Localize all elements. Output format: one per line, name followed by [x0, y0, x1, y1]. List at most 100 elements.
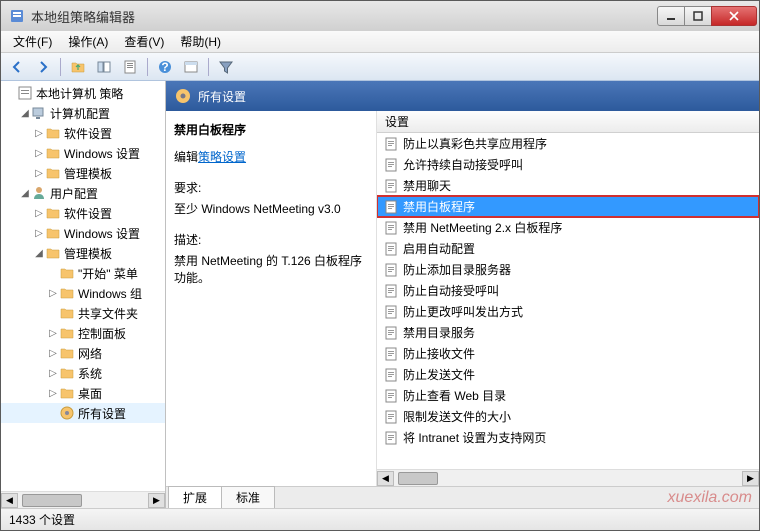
- tree-computer-config[interactable]: ◢计算机配置: [1, 103, 165, 123]
- list-item-label: 将 Intranet 设置为支持网页: [403, 429, 546, 446]
- scroll-right-button[interactable]: ▶: [742, 471, 759, 486]
- list-item[interactable]: 限制发送文件的大小: [377, 406, 759, 427]
- scroll-track[interactable]: [18, 493, 148, 508]
- up-button[interactable]: [66, 56, 90, 78]
- tree-label: 计算机配置: [50, 105, 110, 122]
- list-item-label: 禁用 NetMeeting 2.x 白板程序: [403, 219, 562, 236]
- list-item[interactable]: 允许持续自动接受呼叫: [377, 154, 759, 175]
- back-button[interactable]: [5, 56, 29, 78]
- policy-icon: [383, 262, 399, 278]
- scroll-right-button[interactable]: ▶: [148, 493, 165, 508]
- tree-windows-settings-1[interactable]: ▷Windows 设置: [1, 143, 165, 163]
- list-item[interactable]: 禁用白板程序: [377, 196, 759, 217]
- list-item-label: 允许持续自动接受呼叫: [403, 156, 523, 173]
- tree-windows-components[interactable]: ▷Windows 组: [1, 283, 165, 303]
- list-item[interactable]: 防止添加目录服务器: [377, 259, 759, 280]
- tab-standard[interactable]: 标准: [221, 486, 275, 508]
- scroll-left-button[interactable]: ◀: [1, 493, 18, 508]
- list-item[interactable]: 防止接收文件: [377, 343, 759, 364]
- policy-icon: [383, 367, 399, 383]
- tree-windows-settings-2[interactable]: ▷Windows 设置: [1, 223, 165, 243]
- scroll-left-button[interactable]: ◀: [377, 471, 394, 486]
- list-item[interactable]: 启用自动配置: [377, 238, 759, 259]
- list-item-label: 防止以真彩色共享应用程序: [403, 135, 547, 152]
- policy-icon: [383, 430, 399, 446]
- main-pane: 所有设置 禁用白板程序 编辑策略设置 要求: 至少 Windows NetMee…: [166, 81, 759, 508]
- help-button[interactable]: ?: [153, 56, 177, 78]
- maximize-button[interactable]: [684, 6, 712, 26]
- description-value: 禁用 NetMeeting 的 T.126 白板程序功能。: [174, 252, 368, 286]
- list-item[interactable]: 将 Intranet 设置为支持网页: [377, 427, 759, 448]
- navigation-tree[interactable]: 本地计算机 策略 ◢计算机配置 ▷软件设置 ▷Windows 设置 ▷管理模板 …: [1, 81, 165, 491]
- tree-horizontal-scrollbar[interactable]: ◀ ▶: [1, 491, 165, 508]
- menubar: 文件(F) 操作(A) 查看(V) 帮助(H): [1, 31, 759, 53]
- list-item[interactable]: 防止以真彩色共享应用程序: [377, 133, 759, 154]
- settings-list-panel: 设置 防止以真彩色共享应用程序允许持续自动接受呼叫禁用聊天禁用白板程序禁用 Ne…: [376, 111, 759, 486]
- tree-label: 所有设置: [78, 405, 126, 422]
- tree-admin-templates-2[interactable]: ◢管理模板: [1, 243, 165, 263]
- tree-admin-templates-1[interactable]: ▷管理模板: [1, 163, 165, 183]
- tree-software-settings-1[interactable]: ▷软件设置: [1, 123, 165, 143]
- list-horizontal-scrollbar[interactable]: ◀ ▶: [377, 469, 759, 486]
- detail-panel: 禁用白板程序 编辑策略设置 要求: 至少 Windows NetMeeting …: [166, 111, 376, 486]
- menu-view[interactable]: 查看(V): [116, 31, 172, 52]
- tab-extended[interactable]: 扩展: [168, 486, 222, 508]
- tree-software-settings-2[interactable]: ▷软件设置: [1, 203, 165, 223]
- list-item[interactable]: 防止查看 Web 目录: [377, 385, 759, 406]
- policy-icon: [383, 136, 399, 152]
- minimize-button[interactable]: [657, 6, 685, 26]
- list-item[interactable]: 防止发送文件: [377, 364, 759, 385]
- tree-label: "开始" 菜单: [78, 265, 138, 282]
- tree-label: 桌面: [78, 385, 102, 402]
- forward-button[interactable]: [31, 56, 55, 78]
- tree-label: 控制面板: [78, 325, 126, 342]
- tree-root[interactable]: 本地计算机 策略: [1, 83, 165, 103]
- export-button[interactable]: [179, 56, 203, 78]
- menu-file[interactable]: 文件(F): [5, 31, 60, 52]
- list-item-label: 禁用白板程序: [403, 198, 475, 215]
- list-item[interactable]: 禁用目录服务: [377, 322, 759, 343]
- scroll-track[interactable]: [394, 471, 742, 486]
- filter-button[interactable]: [214, 56, 238, 78]
- tree-shared-folders[interactable]: 共享文件夹: [1, 303, 165, 323]
- toolbar-separator: [147, 58, 148, 76]
- policy-icon: [383, 409, 399, 425]
- main-body: 禁用白板程序 编辑策略设置 要求: 至少 Windows NetMeeting …: [166, 111, 759, 486]
- tree-start-menu[interactable]: "开始" 菜单: [1, 263, 165, 283]
- tree-label: Windows 组: [78, 285, 142, 302]
- policy-icon: [383, 346, 399, 362]
- content-header: 所有设置: [166, 81, 759, 111]
- menu-action[interactable]: 操作(A): [60, 31, 116, 52]
- properties-button[interactable]: [118, 56, 142, 78]
- window-title: 本地组策略编辑器: [31, 7, 658, 26]
- list-item[interactable]: 禁用聊天: [377, 175, 759, 196]
- list-item-label: 禁用目录服务: [403, 324, 475, 341]
- settings-list[interactable]: 防止以真彩色共享应用程序允许持续自动接受呼叫禁用聊天禁用白板程序禁用 NetMe…: [377, 133, 759, 469]
- tree-system[interactable]: ▷系统: [1, 363, 165, 383]
- column-header-setting[interactable]: 设置: [377, 111, 759, 133]
- menu-help[interactable]: 帮助(H): [172, 31, 229, 52]
- tree-control-panel[interactable]: ▷控制面板: [1, 323, 165, 343]
- tree-desktop[interactable]: ▷桌面: [1, 383, 165, 403]
- list-item-label: 启用自动配置: [403, 240, 475, 257]
- list-item[interactable]: 防止更改呼叫发出方式: [377, 301, 759, 322]
- list-item[interactable]: 防止自动接受呼叫: [377, 280, 759, 301]
- scroll-thumb[interactable]: [22, 494, 82, 507]
- toolbar: ?: [1, 53, 759, 81]
- content-title: 所有设置: [198, 88, 246, 105]
- tree-label: Windows 设置: [64, 145, 140, 162]
- close-button[interactable]: [711, 6, 757, 26]
- edit-policy-link[interactable]: 策略设置: [198, 150, 246, 164]
- scroll-thumb[interactable]: [398, 472, 438, 485]
- statusbar: 1433 个设置: [1, 508, 759, 530]
- list-item[interactable]: 禁用 NetMeeting 2.x 白板程序: [377, 217, 759, 238]
- show-hide-tree-button[interactable]: [92, 56, 116, 78]
- tree-network[interactable]: ▷网络: [1, 343, 165, 363]
- tree-all-settings[interactable]: 所有设置: [1, 403, 165, 423]
- tree-user-config[interactable]: ◢用户配置: [1, 183, 165, 203]
- policy-icon: [383, 199, 399, 215]
- toolbar-separator: [208, 58, 209, 76]
- policy-icon: [383, 220, 399, 236]
- list-item-label: 防止添加目录服务器: [403, 261, 511, 278]
- app-icon: [9, 8, 25, 24]
